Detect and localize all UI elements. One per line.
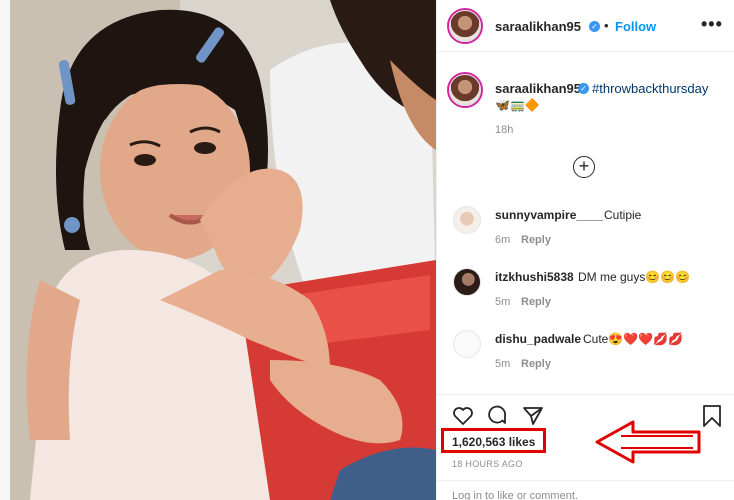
reply-button[interactable]: Reply <box>521 358 551 370</box>
comment-username[interactable]: dishu_padwale <box>495 332 581 346</box>
header-separator: • <box>604 18 609 33</box>
likes-count[interactable]: 1,620,563 likes <box>452 435 535 449</box>
comment-time[interactable]: 5m <box>495 296 510 308</box>
post-header: saraalikhan95 ✓ • Follow ••• <box>437 0 734 52</box>
reply-button[interactable]: Reply <box>521 296 551 308</box>
comment-avatar[interactable] <box>453 206 481 234</box>
actions-divider <box>437 394 734 395</box>
author-username[interactable]: saraalikhan95 <box>495 19 581 34</box>
caption-emojis: 🦋🚃🔶 <box>495 98 540 112</box>
caption-avatar[interactable] <box>449 74 481 106</box>
verified-badge-icon: ✓ <box>589 21 600 32</box>
reply-button[interactable]: Reply <box>521 234 551 246</box>
load-more-comments-icon[interactable]: + <box>573 156 595 178</box>
post-photo <box>0 0 436 500</box>
author-avatar[interactable] <box>449 10 481 42</box>
comment-time[interactable]: 6m <box>495 234 510 246</box>
comment-text: Cutipie <box>604 208 642 222</box>
posted-time[interactable]: 18 HOURS AGO <box>452 459 523 469</box>
caption-username[interactable]: saraalikhan95 <box>495 81 581 96</box>
page-gutter <box>0 0 10 500</box>
share-icon[interactable] <box>521 404 545 428</box>
login-hint[interactable]: Log in to like or comment. <box>452 490 578 500</box>
login-divider <box>437 480 734 481</box>
comment-text: DM me guys😊😊😊 <box>578 270 691 284</box>
comment-avatar[interactable] <box>453 330 481 358</box>
annotation-arrow-icon <box>595 420 701 464</box>
caption-time[interactable]: 18h <box>495 124 513 136</box>
comment-username[interactable]: sunnyvampire____ <box>495 208 603 222</box>
more-options-icon[interactable]: ••• <box>701 14 723 35</box>
follow-button[interactable]: Follow <box>615 19 656 34</box>
caption-verified-icon: ✓ <box>578 83 589 94</box>
heart-icon[interactable] <box>451 404 475 428</box>
comment-text: Cute😍❤️❤️💋💋 <box>583 332 684 346</box>
caption-hashtag[interactable]: #throwbackthursday <box>592 81 708 96</box>
child-photo-illustration <box>10 0 436 500</box>
comment-time[interactable]: 5m <box>495 358 510 370</box>
comment-avatar[interactable] <box>453 268 481 296</box>
post-sidebar: saraalikhan95 ✓ • Follow ••• saraalikhan… <box>436 0 734 500</box>
comment-icon[interactable] <box>485 404 509 428</box>
comment-username[interactable]: itzkhushi5838 <box>495 270 574 284</box>
bookmark-icon[interactable] <box>701 404 723 428</box>
